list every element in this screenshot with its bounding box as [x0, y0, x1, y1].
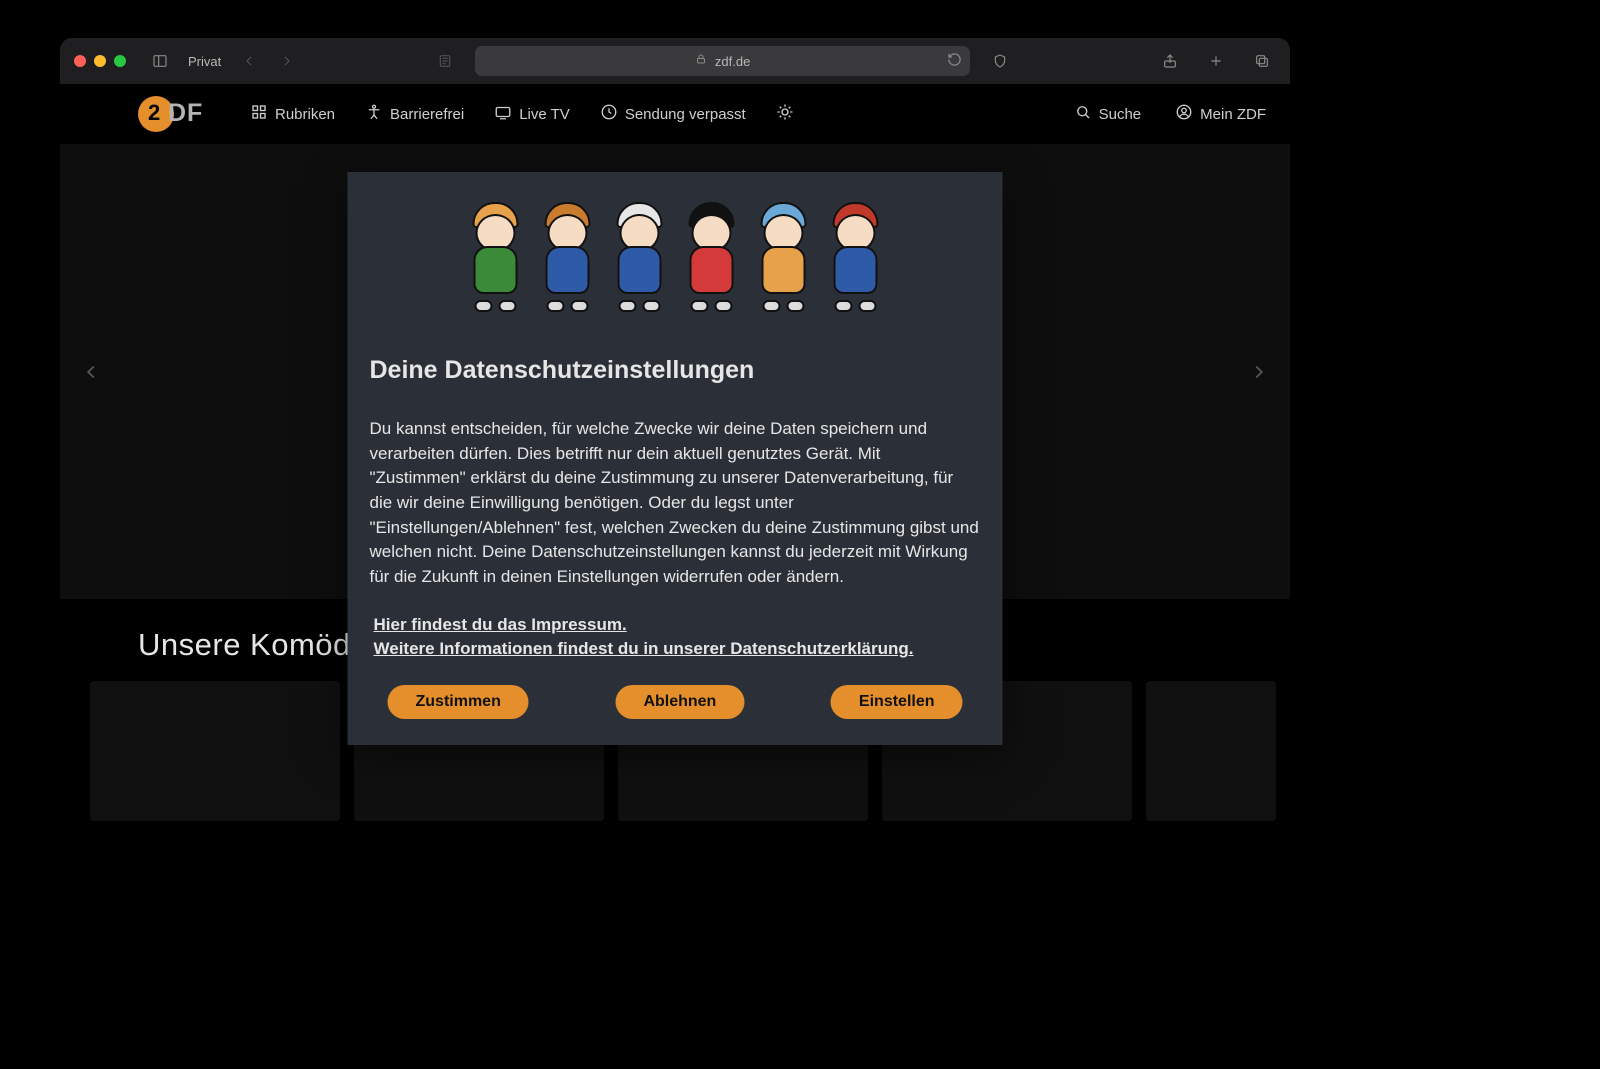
share-button[interactable] [1156, 47, 1184, 75]
lock-icon [695, 52, 707, 70]
nav-label: Mein ZDF [1200, 106, 1266, 123]
logo-number: 2 [148, 100, 160, 126]
nav-sendung-verpasst[interactable]: Sendung verpasst [600, 103, 746, 125]
account-icon [1175, 103, 1193, 125]
nav-rubriken[interactable]: Rubriken [250, 103, 335, 125]
tv-icon [494, 103, 512, 125]
nav-forward-button[interactable] [273, 47, 301, 75]
new-tab-button[interactable] [1202, 47, 1230, 75]
nav-brightness[interactable] [776, 103, 794, 125]
mascot-illustration [370, 202, 981, 322]
logo-letters: DF [168, 99, 203, 128]
privacy-consent-modal: Deine Datenschutzeinstellungen Du kannst… [348, 172, 1003, 745]
zdf-logo[interactable]: 2 DF [138, 96, 220, 132]
clock-icon [600, 103, 618, 125]
nav-barrierefrei[interactable]: Barrierefrei [365, 103, 464, 125]
nav-label: Suche [1099, 106, 1142, 123]
window-minimize-button[interactable] [94, 55, 106, 67]
tab-overview-button[interactable] [1248, 47, 1276, 75]
page-content: 2 DF Rubriken Barrierefrei Live TV [60, 84, 1290, 838]
modal-body-text: Du kannst entscheiden, für welche Zwecke… [370, 417, 981, 589]
content-card[interactable] [1146, 681, 1276, 821]
grid-icon [250, 103, 268, 125]
content-card[interactable] [90, 681, 340, 821]
hero-prev-button[interactable] [72, 353, 110, 391]
nav-label: Rubriken [275, 106, 335, 123]
address-bar[interactable]: zdf.de [475, 46, 970, 76]
window-close-button[interactable] [74, 55, 86, 67]
sidebar-toggle-button[interactable] [146, 47, 174, 75]
nav-mein-zdf[interactable]: Mein ZDF [1175, 103, 1266, 125]
modal-title: Deine Datenschutzeinstellungen [370, 356, 981, 385]
consent-settings-button[interactable]: Einstellen [831, 685, 963, 719]
window-maximize-button[interactable] [114, 55, 126, 67]
nav-search[interactable]: Suche [1074, 103, 1142, 125]
search-icon [1074, 103, 1092, 125]
reload-button[interactable] [947, 52, 962, 72]
site-header: 2 DF Rubriken Barrierefrei Live TV [60, 84, 1290, 144]
nav-back-button[interactable] [235, 47, 263, 75]
impressum-link[interactable]: Hier findest du das Impressum. [370, 615, 981, 635]
nav-label: Barrierefrei [390, 106, 464, 123]
browser-toolbar: Privat zdf.de [60, 38, 1290, 84]
brightness-icon [776, 103, 794, 125]
hero-next-button[interactable] [1240, 353, 1278, 391]
address-domain: zdf.de [715, 54, 750, 69]
nav-live-tv[interactable]: Live TV [494, 103, 570, 125]
privacy-report-button[interactable] [986, 47, 1014, 75]
accessibility-icon [365, 103, 383, 125]
browser-window: Privat zdf.de [60, 38, 1290, 838]
private-mode-label: Privat [184, 47, 225, 75]
reader-mode-button[interactable] [431, 47, 459, 75]
nav-label: Live TV [519, 106, 570, 123]
consent-decline-button[interactable]: Ablehnen [615, 685, 744, 719]
nav-label: Sendung verpasst [625, 106, 746, 123]
consent-accept-button[interactable]: Zustimmen [388, 685, 529, 719]
privacy-policy-link[interactable]: Weitere Informationen findest du in unse… [370, 639, 981, 659]
window-controls [74, 55, 126, 67]
